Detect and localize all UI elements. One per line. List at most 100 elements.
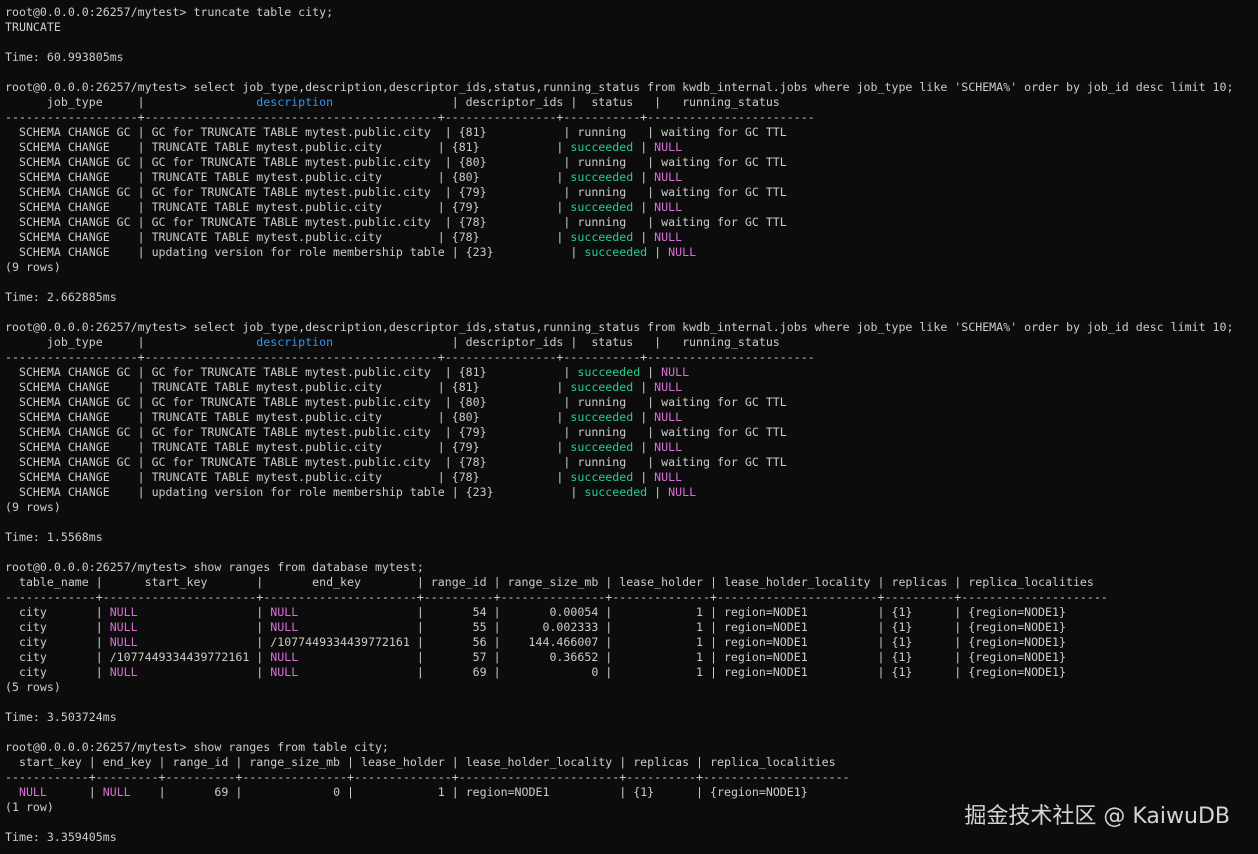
terminal-text: root@0.0.0.0:26257/mytest> show ranges f… — [5, 560, 424, 574]
terminal-text: SCHEMA CHANGE | TRUNCATE TABLE mytest.pu… — [5, 230, 571, 244]
terminal-text: SCHEMA CHANGE | updating version for rol… — [5, 245, 585, 259]
terminal-line: city | /1077449334439772161 | NULL | 57 … — [5, 650, 1234, 665]
null-value: NULL — [102, 785, 131, 799]
terminal-line: city | NULL | NULL | 69 | 0 | 1 | region… — [5, 665, 1234, 680]
null-value: NULL — [109, 620, 138, 634]
terminal-text: SCHEMA CHANGE GC | GC for TRUNCATE TABLE… — [5, 215, 787, 229]
terminal-text: | — [137, 605, 271, 619]
terminal-line: Time: 60.993805ms — [5, 50, 1234, 65]
terminal-output[interactable]: root@0.0.0.0:26257/mytest> truncate tabl… — [5, 5, 1234, 845]
status-value: succeeded — [570, 380, 634, 394]
null-value: NULL — [270, 605, 299, 619]
terminal-text: Time: 2.662885ms — [5, 290, 117, 304]
terminal-text: root@0.0.0.0:26257/mytest> show ranges f… — [5, 740, 389, 754]
terminal-line: SCHEMA CHANGE GC | GC for TRUNCATE TABLE… — [5, 365, 1234, 380]
terminal-text: | — [633, 410, 655, 424]
terminal-text: -------------------+--------------------… — [5, 110, 815, 124]
terminal-text: SCHEMA CHANGE | TRUNCATE TABLE mytest.pu… — [5, 410, 571, 424]
terminal-text: | — [640, 365, 662, 379]
terminal-line: -------------------+--------------------… — [5, 110, 1234, 125]
terminal-text: city | — [5, 635, 110, 649]
null-value: NULL — [668, 245, 697, 259]
terminal-line: SCHEMA CHANGE GC | GC for TRUNCATE TABLE… — [5, 155, 1234, 170]
terminal-line: root@0.0.0.0:26257/mytest> truncate tabl… — [5, 5, 1234, 20]
status-value: succeeded — [570, 470, 634, 484]
terminal-text: SCHEMA CHANGE GC | GC for TRUNCATE TABLE… — [5, 455, 787, 469]
null-value: NULL — [109, 605, 138, 619]
terminal-line: SCHEMA CHANGE | TRUNCATE TABLE mytest.pu… — [5, 410, 1234, 425]
status-value: succeeded — [570, 140, 634, 154]
terminal-text: | — [633, 440, 655, 454]
terminal-text: | — [633, 140, 655, 154]
null-value: NULL — [654, 470, 683, 484]
terminal-line: SCHEMA CHANGE | updating version for rol… — [5, 245, 1234, 260]
terminal-text: | — [46, 785, 103, 799]
terminal-line: Time: 1.5568ms — [5, 530, 1234, 545]
terminal-text: SCHEMA CHANGE | TRUNCATE TABLE mytest.pu… — [5, 470, 571, 484]
terminal-text: | — [137, 665, 271, 679]
terminal-text: SCHEMA CHANGE GC | GC for TRUNCATE TABLE… — [5, 185, 787, 199]
terminal-line: SCHEMA CHANGE GC | GC for TRUNCATE TABLE… — [5, 395, 1234, 410]
terminal-text: ------------+---------+----------+------… — [5, 770, 850, 784]
terminal-line: root@0.0.0.0:26257/mytest> show ranges f… — [5, 560, 1234, 575]
terminal-text: Time: 3.359405ms — [5, 830, 117, 844]
status-value: succeeded — [570, 170, 634, 184]
terminal-text: (1 row) — [5, 800, 54, 814]
terminal-text: | descriptor_ids | status | running_stat… — [333, 95, 780, 109]
terminal-text: | — [633, 170, 655, 184]
terminal-text: SCHEMA CHANGE GC | GC for TRUNCATE TABLE… — [5, 125, 787, 139]
terminal-line: Time: 3.503724ms — [5, 710, 1234, 725]
null-value: NULL — [654, 140, 683, 154]
terminal-text: Time: 3.503724ms — [5, 710, 117, 724]
terminal-text: SCHEMA CHANGE GC | GC for TRUNCATE TABLE… — [5, 155, 787, 169]
terminal-line: SCHEMA CHANGE | TRUNCATE TABLE mytest.pu… — [5, 380, 1234, 395]
null-value: NULL — [654, 170, 683, 184]
terminal-line: start_key | end_key | range_id | range_s… — [5, 755, 1234, 770]
terminal-text: | — [633, 380, 655, 394]
status-value: succeeded — [577, 365, 641, 379]
terminal-text: SCHEMA CHANGE | TRUNCATE TABLE mytest.pu… — [5, 440, 571, 454]
terminal-line: job_type | description | descriptor_ids … — [5, 335, 1234, 350]
terminal-line: SCHEMA CHANGE | TRUNCATE TABLE mytest.pu… — [5, 230, 1234, 245]
terminal-line: root@0.0.0.0:26257/mytest> show ranges f… — [5, 740, 1234, 755]
null-value: NULL — [18, 785, 47, 799]
terminal-line: SCHEMA CHANGE | updating version for rol… — [5, 485, 1234, 500]
terminal-line: ------------+---------+----------+------… — [5, 770, 1234, 785]
terminal-text: SCHEMA CHANGE GC | GC for TRUNCATE TABLE… — [5, 425, 787, 439]
terminal-text: city | — [5, 620, 110, 634]
terminal-text: table_name | start_key | end_key | range… — [5, 575, 1094, 589]
null-value: NULL — [109, 635, 138, 649]
terminal-text: | 69 | 0 | 1 | region=NODE1 | {1} | {reg… — [298, 665, 1066, 679]
terminal-line: root@0.0.0.0:26257/mytest> select job_ty… — [5, 80, 1234, 95]
status-value: succeeded — [584, 245, 648, 259]
terminal-line: SCHEMA CHANGE | TRUNCATE TABLE mytest.pu… — [5, 440, 1234, 455]
terminal-line: -------------------+--------------------… — [5, 350, 1234, 365]
terminal-text: SCHEMA CHANGE | updating version for rol… — [5, 485, 585, 499]
terminal-text: city | — [5, 605, 110, 619]
watermark: 掘金技术社区 @ KaiwuDB — [964, 804, 1230, 829]
terminal-text: SCHEMA CHANGE GC | GC for TRUNCATE TABLE… — [5, 365, 578, 379]
terminal-text: | 57 | 0.36652 | 1 | region=NODE1 | {1} … — [298, 650, 1066, 664]
status-value: succeeded — [584, 485, 648, 499]
null-value: NULL — [661, 365, 690, 379]
terminal-line: Time: 3.359405ms — [5, 830, 1234, 845]
terminal-line: root@0.0.0.0:26257/mytest> select job_ty… — [5, 320, 1234, 335]
terminal-text: SCHEMA CHANGE GC | GC for TRUNCATE TABLE… — [5, 395, 787, 409]
terminal-line: city | NULL | NULL | 55 | 0.002333 | 1 |… — [5, 620, 1234, 635]
terminal-text: SCHEMA CHANGE | TRUNCATE TABLE mytest.pu… — [5, 380, 571, 394]
terminal-text: start_key | end_key | range_id | range_s… — [5, 755, 836, 769]
terminal-line: city | NULL | NULL | 54 | 0.00054 | 1 | … — [5, 605, 1234, 620]
terminal-text: | — [647, 485, 669, 499]
terminal-text: -------------+----------------------+---… — [5, 590, 1108, 604]
null-value: NULL — [270, 620, 299, 634]
terminal-line: (5 rows) — [5, 680, 1234, 695]
terminal-line: (9 rows) — [5, 260, 1234, 275]
terminal-text: job_type | — [5, 335, 257, 349]
terminal-line: SCHEMA CHANGE GC | GC for TRUNCATE TABLE… — [5, 455, 1234, 470]
